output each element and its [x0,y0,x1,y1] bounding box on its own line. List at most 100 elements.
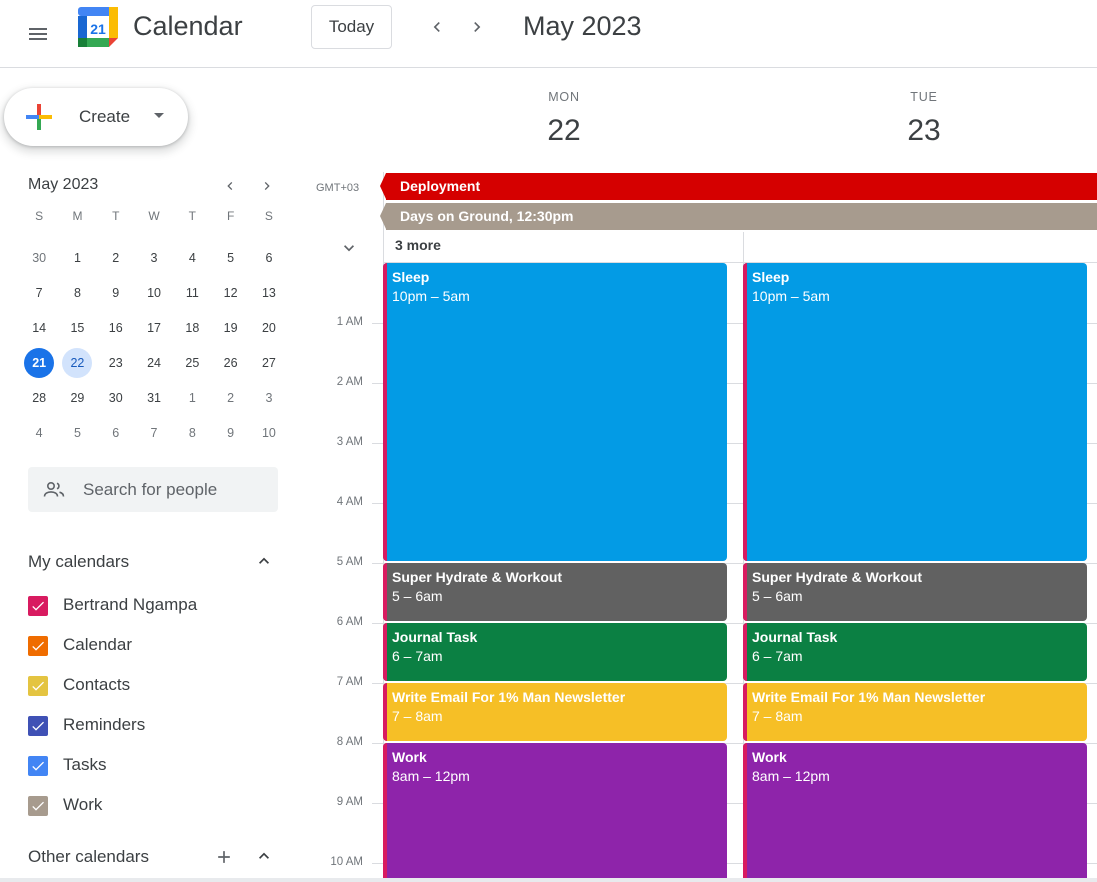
calendar-item[interactable]: Work [28,792,102,820]
calendar-event[interactable]: Journal Task 6 – 7am [383,623,727,681]
mini-calendar-day[interactable]: 17 [135,313,173,348]
mini-calendar-day[interactable]: 27 [250,348,288,383]
calendar-event[interactable]: Sleep 10pm – 5am [383,263,727,561]
mini-calendar-day[interactable]: 11 [173,278,211,313]
mini-calendar-day[interactable]: 2 [211,383,249,418]
mini-calendar-day[interactable]: 28 [20,383,58,418]
calendar-checkbox[interactable] [28,756,48,776]
day-number[interactable]: 23 [884,114,964,148]
mini-calendar-day[interactable]: 2 [97,243,135,278]
create-button[interactable]: Create [4,88,188,146]
search-people-input[interactable]: Search for people [28,467,278,512]
calendar-item[interactable]: Contacts [28,672,130,700]
mini-calendar-day[interactable]: 7 [135,418,173,453]
mini-calendar-next-button[interactable] [255,174,279,198]
mini-calendar-day[interactable]: 1 [173,383,211,418]
mini-calendar-day[interactable]: 30 [20,243,58,278]
day-number[interactable]: 22 [524,114,604,148]
mini-calendar-day-number: 11 [185,286,199,300]
mini-calendar-day[interactable]: 1 [58,243,96,278]
calendar-checkbox[interactable] [28,716,48,736]
calendar-item[interactable]: Tasks [28,752,106,780]
event-title: Work [752,749,787,765]
mini-calendar-day[interactable]: 14 [20,313,58,348]
calendar-event[interactable]: Work 8am – 12pm [383,743,727,882]
collapse-my-calendars-button[interactable] [252,549,276,573]
expand-all-day-button[interactable] [337,236,361,260]
mini-calendar-day[interactable]: 10 [135,278,173,313]
calendar-item[interactable]: Reminders [28,712,145,740]
mini-calendar-day[interactable]: 6 [97,418,135,453]
mini-calendar-day[interactable]: 8 [173,418,211,453]
mini-calendar-dow: S [35,209,44,223]
calendar-item[interactable]: Calendar [28,632,132,660]
today-button[interactable]: Today [311,5,392,49]
mini-calendar-day[interactable]: 29 [58,383,96,418]
mini-calendar-day[interactable]: 25 [173,348,211,383]
mini-calendar-day[interactable]: 4 [173,243,211,278]
calendar-event[interactable]: Super Hydrate & Workout 5 – 6am [383,563,727,621]
mini-calendar-day[interactable]: 19 [211,313,249,348]
mini-calendar-day[interactable]: 10 [250,418,288,453]
hour-label: 4 AM [336,496,363,508]
mini-calendar-day-number: 10 [261,426,276,440]
main-menu-button[interactable] [18,14,58,54]
mini-calendar-day[interactable]: 21 [20,348,58,383]
calendar-checkbox[interactable] [28,636,48,656]
mini-calendar-day[interactable]: 5 [58,418,96,453]
collapse-other-calendars-button[interactable] [252,844,276,868]
next-period-button[interactable] [463,12,491,42]
all-day-event[interactable]: Days on Ground, 12:30pm [380,203,1097,230]
horizontal-scrollbar[interactable] [0,878,1097,882]
mini-calendar-day[interactable]: 13 [250,278,288,313]
mini-calendar-day[interactable]: 6 [250,243,288,278]
calendar-checkbox[interactable] [28,796,48,816]
mini-calendar-day[interactable]: 8 [58,278,96,313]
mini-calendar-day[interactable]: 31 [135,383,173,418]
mini-calendar-previous-button[interactable] [218,174,242,198]
mini-calendar-day[interactable]: 30 [97,383,135,418]
add-other-calendar-button[interactable] [212,845,236,869]
mini-calendar-day[interactable]: 16 [97,313,135,348]
calendar-checkbox[interactable] [28,676,48,696]
mini-calendar-day[interactable]: 24 [135,348,173,383]
mini-calendar-day[interactable]: 9 [211,418,249,453]
mini-calendar-day[interactable]: 20 [250,313,288,348]
mini-calendar-day-number: 31 [147,391,161,405]
calendar-event[interactable]: Journal Task 6 – 7am [743,623,1087,681]
mini-calendar-day[interactable]: 4 [20,418,58,453]
mini-calendar-day[interactable]: 26 [211,348,249,383]
other-calendars-heading[interactable]: Other calendars [28,847,149,867]
event-title: Write Email For 1% Man Newsletter [752,689,986,705]
mini-calendar-day[interactable]: 9 [97,278,135,313]
calendar-event[interactable]: Write Email For 1% Man Newsletter 7 – 8am [383,683,727,741]
mini-calendar-day[interactable]: 5 [211,243,249,278]
mini-calendar-day[interactable]: 7 [20,278,58,313]
mini-calendar-day[interactable]: 3 [250,383,288,418]
check-icon [32,641,44,651]
my-calendars-heading[interactable]: My calendars [28,552,129,572]
calendar-event[interactable]: Write Email For 1% Man Newsletter 7 – 8am [743,683,1087,741]
mini-calendar-day[interactable]: 18 [173,313,211,348]
mini-calendar-day[interactable]: 15 [58,313,96,348]
mini-calendar-day-number: 20 [261,321,276,335]
all-day-event[interactable]: Deployment [380,173,1097,200]
mini-calendar-day[interactable]: 3 [135,243,173,278]
all-day-event-title: Deployment [400,178,481,194]
day-header-tue[interactable]: TUE 23 [884,90,964,148]
calendar-event[interactable]: Sleep 10pm – 5am [743,263,1087,561]
caret-down-icon[interactable] [154,113,164,118]
more-events-link[interactable]: 3 more [395,237,441,253]
mini-calendar-day[interactable]: 22 [58,348,96,383]
calendar-item[interactable]: Bertrand Ngampa [28,592,197,620]
calendar-checkbox[interactable] [28,596,48,616]
mini-calendar-day-number: 6 [112,426,120,440]
previous-period-button[interactable] [423,12,451,42]
mini-calendar-day[interactable]: 12 [211,278,249,313]
calendar-event[interactable]: Super Hydrate & Workout 5 – 6am [743,563,1087,621]
calendar-event[interactable]: Work 8am – 12pm [743,743,1087,882]
day-header-mon[interactable]: MON 22 [524,90,604,148]
calendar-name: Calendar [63,635,132,654]
mini-calendar-day[interactable]: 23 [97,348,135,383]
mini-calendar-day-number: 21 [24,348,55,378]
